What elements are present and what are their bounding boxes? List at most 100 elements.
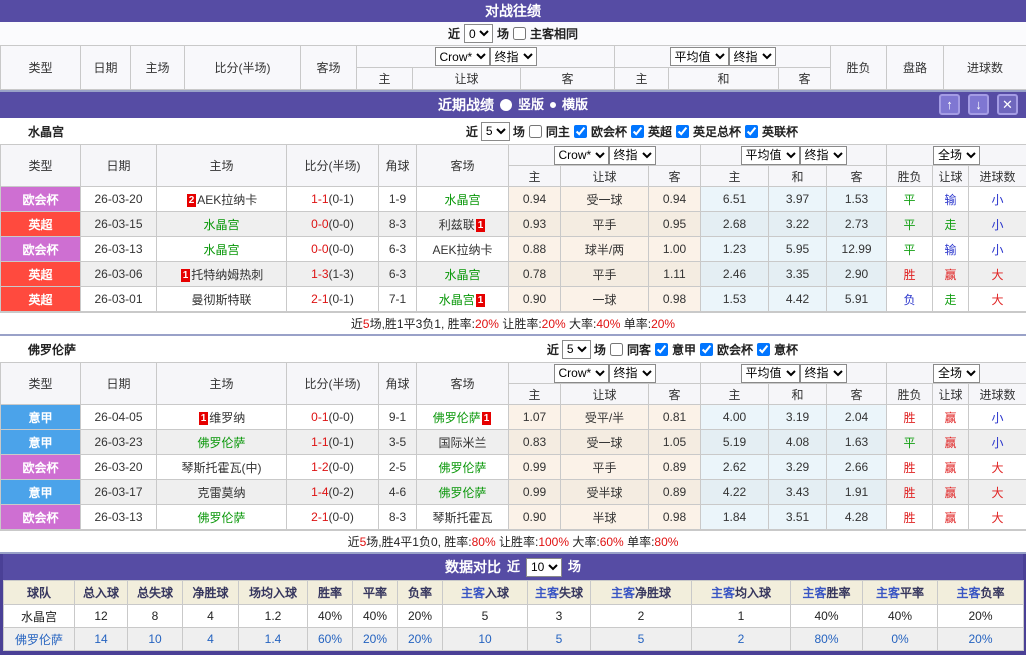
bookmaker-select[interactable]: Crow* [554, 364, 609, 383]
same-home-away-checkbox[interactable] [513, 27, 526, 40]
team-link[interactable]: 佛罗伦萨 [438, 461, 486, 475]
move-down-button[interactable]: ↓ [968, 94, 989, 115]
league-checkbox-3[interactable] [745, 125, 758, 138]
away-team-cell[interactable]: 佛罗伦萨 [417, 455, 509, 480]
team-link[interactable]: 琴斯托霍瓦(中) [182, 461, 262, 475]
h2h-final-odds-select-2[interactable]: 终指 [729, 47, 776, 66]
league-checkbox-0[interactable] [655, 343, 668, 356]
crow-odds-cell: 0.93 [509, 212, 561, 237]
scope-select[interactable]: 全场 [933, 364, 980, 383]
compare-col-header: 主客失球 [528, 581, 591, 605]
away-team-cell[interactable]: 水晶宫 [417, 187, 509, 212]
team-link[interactable]: 佛罗伦萨 [197, 436, 245, 450]
league-checkbox-2[interactable] [757, 343, 770, 356]
vertical-layout-label[interactable]: 竖版 [518, 92, 544, 118]
rank-badge: 2 [187, 194, 197, 207]
h2h-subcol: 客 [521, 68, 615, 90]
team-link[interactable]: 利兹联 [439, 218, 475, 232]
final-odds-select-2[interactable]: 终指 [800, 146, 847, 165]
team-link[interactable]: 水晶宫 [444, 268, 480, 282]
h2h-recent-count-select[interactable]: 0 [464, 24, 493, 43]
league-checkbox-1[interactable] [631, 125, 644, 138]
compare-value-cell: 1 [692, 605, 791, 628]
home-team-cell[interactable]: 琴斯托霍瓦(中) [157, 455, 287, 480]
league-checkbox-1[interactable] [700, 343, 713, 356]
compare-recent-count-select[interactable]: 10 [526, 558, 562, 577]
team-link[interactable]: 托特纳姆热刺 [191, 268, 263, 282]
team-link[interactable]: 维罗纳 [209, 411, 245, 425]
compare-value-cell: 20% [398, 628, 443, 651]
move-up-button[interactable]: ↑ [939, 94, 960, 115]
h2h-col-trend: 盘路 [887, 46, 944, 90]
final-odds-select[interactable]: 终指 [609, 364, 656, 383]
team-recent-count-select[interactable]: 5 [562, 340, 591, 359]
horizontal-layout-label[interactable]: 横版 [562, 92, 588, 118]
home-team-cell[interactable]: 水晶宫 [157, 237, 287, 262]
team-filter-row: 水晶宫近5场同主欧会杯英超英足总杯英联杯 [0, 118, 1026, 144]
team-link[interactable]: 克雷莫纳 [197, 486, 245, 500]
league-checkbox-0[interactable] [574, 125, 587, 138]
team-link[interactable]: 曼彻斯特联 [191, 293, 251, 307]
compare-value-cell: 10 [443, 628, 528, 651]
h2h-bookmaker-select[interactable]: Crow* [435, 47, 490, 66]
away-team-cell[interactable]: 国际米兰 [417, 430, 509, 455]
h2h-col-home: 主场 [131, 46, 185, 90]
scope-select[interactable]: 全场 [933, 146, 980, 165]
team-link[interactable]: 水晶宫 [203, 218, 239, 232]
crow-odds-cell: 0.89 [649, 480, 701, 505]
compare-team-name[interactable]: 水晶宫 [4, 605, 75, 628]
home-team-cell[interactable]: 克雷莫纳 [157, 480, 287, 505]
away-team-cell[interactable]: 利兹联1 [417, 212, 509, 237]
team-link[interactable]: 水晶宫 [203, 243, 239, 257]
home-team-cell[interactable]: 1托特纳姆热刺 [157, 262, 287, 287]
compare-value-cell: 40% [791, 605, 863, 628]
team-link[interactable]: 水晶宫 [439, 293, 475, 307]
h2h-final-odds-select[interactable]: 终指 [490, 47, 537, 66]
summary-segment: 让胜率: [496, 535, 539, 549]
corner-cell: 4-6 [379, 480, 417, 505]
team-link[interactable]: 国际米兰 [438, 436, 486, 450]
home-team-cell[interactable]: 1维罗纳 [157, 405, 287, 430]
corner-cell: 8-3 [379, 505, 417, 530]
col-date: 日期 [81, 363, 157, 405]
home-team-cell[interactable]: 佛罗伦萨 [157, 505, 287, 530]
h2h-header-bar: 对战往绩 [0, 0, 1026, 22]
team-link[interactable]: 佛罗伦萨 [438, 486, 486, 500]
away-team-cell[interactable]: 水晶宫1 [417, 287, 509, 312]
horizontal-layout-radio[interactable] [550, 102, 556, 108]
average-select[interactable]: 平均值 [741, 364, 800, 383]
away-team-cell[interactable]: 佛罗伦萨 [417, 480, 509, 505]
home-team-cell[interactable]: 佛罗伦萨 [157, 430, 287, 455]
score-cell: 1-1(0-1) [287, 187, 379, 212]
team-link[interactable]: AEK拉纳卡 [432, 243, 492, 257]
team-recent-count-select[interactable]: 5 [481, 122, 510, 141]
compare-value-cell: 5 [528, 628, 591, 651]
subcol: 客 [649, 384, 701, 405]
vertical-layout-radio[interactable] [500, 99, 512, 111]
away-team-cell[interactable]: 水晶宫 [417, 262, 509, 287]
h2h-avg-group-header: 平均值终指 [615, 46, 831, 68]
compare-value-cell: 3 [528, 605, 591, 628]
away-team-cell[interactable]: 琴斯托霍瓦 [417, 505, 509, 530]
team-link[interactable]: 琴斯托霍瓦 [432, 511, 492, 525]
subcol: 主 [701, 166, 769, 187]
team-link[interactable]: 佛罗伦萨 [197, 511, 245, 525]
average-select[interactable]: 平均值 [741, 146, 800, 165]
final-odds-select-2[interactable]: 终指 [800, 364, 847, 383]
team-link[interactable]: AEK拉纳卡 [197, 193, 257, 207]
final-odds-select[interactable]: 终指 [609, 146, 656, 165]
same-venue-checkbox[interactable] [610, 343, 623, 356]
bookmaker-select[interactable]: Crow* [554, 146, 609, 165]
team-link[interactable]: 佛罗伦萨 [433, 411, 481, 425]
h2h-average-select[interactable]: 平均值 [670, 47, 729, 66]
home-team-cell[interactable]: 水晶宫 [157, 212, 287, 237]
away-team-cell[interactable]: 佛罗伦萨1 [417, 405, 509, 430]
compare-team-name[interactable]: 佛罗伦萨 [4, 628, 75, 651]
team-link[interactable]: 水晶宫 [444, 193, 480, 207]
same-venue-checkbox[interactable] [529, 125, 542, 138]
home-team-cell[interactable]: 2AEK拉纳卡 [157, 187, 287, 212]
league-checkbox-2[interactable] [676, 125, 689, 138]
close-button[interactable]: ✕ [997, 94, 1018, 115]
away-team-cell[interactable]: AEK拉纳卡 [417, 237, 509, 262]
home-team-cell[interactable]: 曼彻斯特联 [157, 287, 287, 312]
